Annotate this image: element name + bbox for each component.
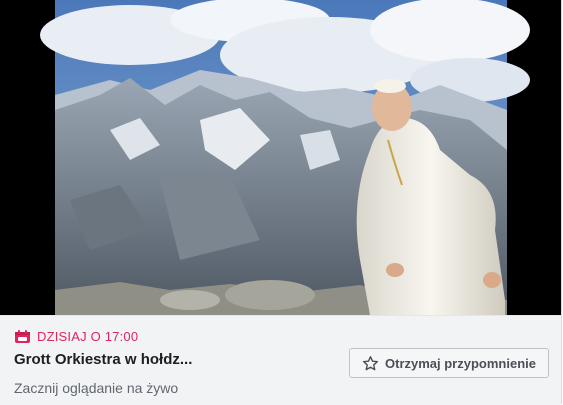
star-outline-icon bbox=[362, 355, 379, 372]
calendar-icon bbox=[14, 329, 31, 344]
get-reminder-button[interactable]: Otrzymaj przypomnienie bbox=[349, 348, 549, 378]
event-title[interactable]: Grott Orkiestra w hołdz... bbox=[14, 351, 192, 368]
event-info-footer: DZISIAJ O 17:00 Grott Orkiestra w hołdz.… bbox=[0, 315, 561, 405]
event-time: DZISIAJ O 17:00 bbox=[14, 329, 138, 344]
event-subtitle: Zacznij oglądanie na żywo bbox=[14, 380, 179, 396]
get-reminder-label: Otrzymaj przypomnienie bbox=[385, 355, 536, 371]
event-thumbnail[interactable] bbox=[0, 0, 561, 315]
event-time-label: DZISIAJ O 17:00 bbox=[37, 329, 139, 344]
live-event-card[interactable]: DZISIAJ O 17:00 Grott Orkiestra w hołdz.… bbox=[0, 0, 562, 405]
